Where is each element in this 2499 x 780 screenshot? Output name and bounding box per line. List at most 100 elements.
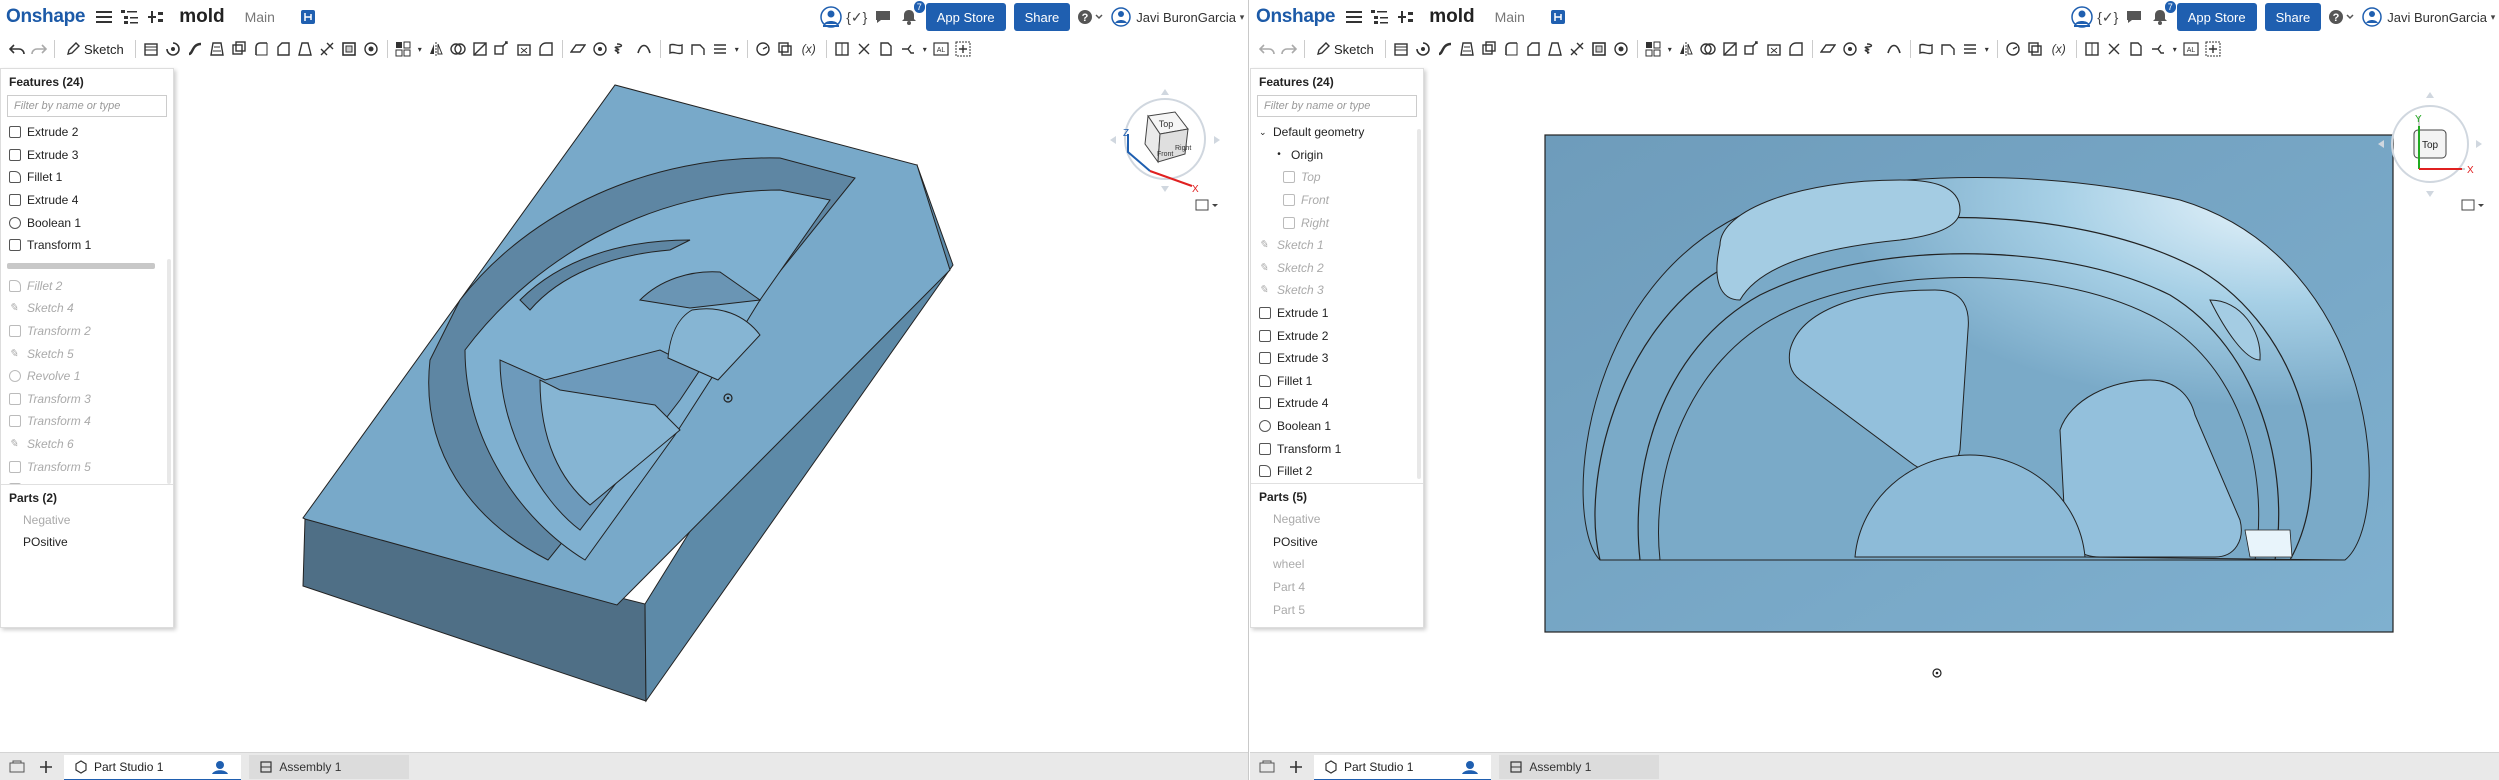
chevron-down-icon[interactable]: ▾ — [920, 38, 930, 60]
variable-icon[interactable]: (x) — [797, 38, 821, 60]
add-custom-feature-icon[interactable] — [2203, 38, 2224, 60]
feature-item[interactable]: Transform 4 — [1, 410, 173, 433]
hole-icon[interactable] — [1611, 38, 1632, 60]
feature-item[interactable]: Transform 2 — [1, 320, 173, 343]
sweep-icon[interactable] — [1435, 38, 1456, 60]
user-name[interactable]: Javi BuronGarcia — [2387, 10, 2487, 25]
feature-item[interactable]: ✎ Sketch 6 — [1, 433, 173, 456]
loft-icon[interactable] — [1457, 38, 1478, 60]
part-item[interactable]: wheel — [1251, 553, 1423, 576]
sheet-metal-icon[interactable] — [1938, 38, 1959, 60]
onshape-logo[interactable]: Onshape — [1256, 6, 1336, 28]
undo-icon[interactable] — [6, 38, 27, 60]
feature-item[interactable]: ✎ Sketch 3 — [1251, 279, 1423, 302]
feature-item[interactable]: Revolve 1 — [1, 365, 173, 388]
chevron-down-icon[interactable]: ▾ — [415, 38, 425, 60]
user-name[interactable]: Javi BuronGarcia — [1136, 10, 1236, 25]
explode-icon[interactable] — [2104, 38, 2125, 60]
version-graph-icon[interactable] — [1545, 4, 1571, 30]
view-cube[interactable]: Top Y X — [2370, 74, 2490, 214]
feature-item[interactable]: Extrude 3 — [1, 144, 173, 167]
rib-icon[interactable] — [317, 38, 338, 60]
feature-scrollbar[interactable] — [167, 259, 171, 484]
part-item[interactable]: POsitive — [1251, 531, 1423, 554]
boolean-icon[interactable] — [1698, 38, 1719, 60]
extrude-icon[interactable] — [141, 38, 162, 60]
modify-fillet-icon[interactable] — [536, 38, 557, 60]
section-view-icon[interactable] — [832, 38, 853, 60]
chevron-down-icon[interactable]: ▾ — [2170, 38, 2180, 60]
comments-icon[interactable] — [2121, 4, 2147, 30]
tab-assembly-1[interactable]: Assembly 1 — [1499, 754, 1660, 779]
shell-icon[interactable] — [339, 38, 360, 60]
onshape-logo[interactable]: Onshape — [6, 6, 86, 28]
feature-item[interactable]: ✎ Sketch 4 — [1, 297, 173, 320]
feature-item[interactable]: ✎ Sketch 5 — [1, 342, 173, 365]
feature-list-icon[interactable] — [1367, 4, 1393, 30]
loft-icon[interactable] — [207, 38, 228, 60]
feature-filter-input[interactable]: Filter by name or type — [1257, 95, 1417, 117]
feature-item[interactable]: Extrude 1 — [1251, 302, 1423, 325]
thicken-icon[interactable] — [229, 38, 250, 60]
document-name[interactable]: mold — [179, 6, 224, 28]
tab-manager-icon[interactable] — [1256, 756, 1277, 778]
undo-icon[interactable] — [1256, 38, 1277, 60]
fillet-icon[interactable] — [251, 38, 272, 60]
variables-icon[interactable]: {✓} — [2095, 4, 2121, 30]
sketch-button[interactable]: Sketch — [60, 37, 130, 61]
hole-icon[interactable] — [361, 38, 382, 60]
branch-name[interactable]: Main — [1495, 9, 1525, 25]
add-tab-icon[interactable] — [35, 756, 56, 778]
curve-icon[interactable] — [634, 38, 655, 60]
curve-icon[interactable] — [1884, 38, 1905, 60]
user-presence-icon[interactable] — [818, 4, 844, 30]
feature-item[interactable]: Transform 3 — [1, 388, 173, 411]
feature-script-icon[interactable] — [2126, 38, 2147, 60]
measure-icon[interactable] — [2003, 38, 2024, 60]
split-icon[interactable] — [1720, 38, 1741, 60]
draft-icon[interactable] — [295, 38, 316, 60]
feature-item[interactable]: Transform 5 — [1, 455, 173, 478]
chamfer-icon[interactable] — [273, 38, 294, 60]
feature-item[interactable]: ✎ Sketch 2 — [1251, 257, 1423, 280]
feature-item[interactable]: Extrude 2 — [1, 121, 173, 144]
document-name[interactable]: mold — [1429, 6, 1474, 28]
feature-item[interactable]: Boolean 1 — [1, 211, 173, 234]
fillet-icon[interactable] — [1501, 38, 1522, 60]
tab-assembly-1[interactable]: Assembly 1 — [249, 754, 410, 779]
surface-icon[interactable] — [666, 38, 687, 60]
shell-icon[interactable] — [1589, 38, 1610, 60]
thicken-icon[interactable] — [1479, 38, 1500, 60]
feature-item[interactable]: Boolean 1 — [1251, 415, 1423, 438]
mold-model-isometric[interactable] — [302, 84, 954, 703]
chevron-down-icon[interactable]: ▾ — [1982, 38, 1992, 60]
tools-icon[interactable] — [2148, 38, 2169, 60]
split-icon[interactable] — [470, 38, 491, 60]
feature-item[interactable]: ✎ Sketch 1 — [1251, 234, 1423, 257]
redo-icon[interactable] — [28, 38, 49, 60]
revolve-icon[interactable] — [163, 38, 184, 60]
menu-icon[interactable] — [1341, 4, 1367, 30]
mold-model-top-view[interactable] — [1544, 134, 2394, 678]
list-icon[interactable] — [710, 38, 731, 60]
plane-icon[interactable] — [568, 38, 589, 60]
share-button[interactable]: Share — [2264, 3, 2322, 31]
text-label-icon[interactable]: AL — [931, 38, 952, 60]
part-item[interactable]: Negative — [1, 509, 173, 532]
sketch-button[interactable]: Sketch — [1310, 37, 1380, 61]
default-geometry-folder[interactable]: ⌄ Default geometry — [1251, 121, 1423, 144]
part-item[interactable]: Part 5 — [1251, 598, 1423, 621]
modify-fillet-icon[interactable] — [1786, 38, 1807, 60]
measure-icon[interactable] — [753, 38, 774, 60]
chamfer-icon[interactable] — [1523, 38, 1544, 60]
rollback-bar[interactable] — [7, 262, 155, 269]
graphics-area[interactable] — [1250, 64, 2499, 752]
plane-icon[interactable] — [1818, 38, 1839, 60]
boolean-icon[interactable] — [448, 38, 469, 60]
feature-item[interactable]: Right — [1251, 211, 1423, 234]
app-store-button[interactable]: App Store — [925, 3, 1006, 31]
insert-icon[interactable] — [1393, 4, 1419, 30]
transform-icon[interactable] — [492, 38, 513, 60]
helix-icon[interactable] — [1862, 38, 1883, 60]
notifications-icon[interactable]: 7 — [896, 1, 925, 30]
